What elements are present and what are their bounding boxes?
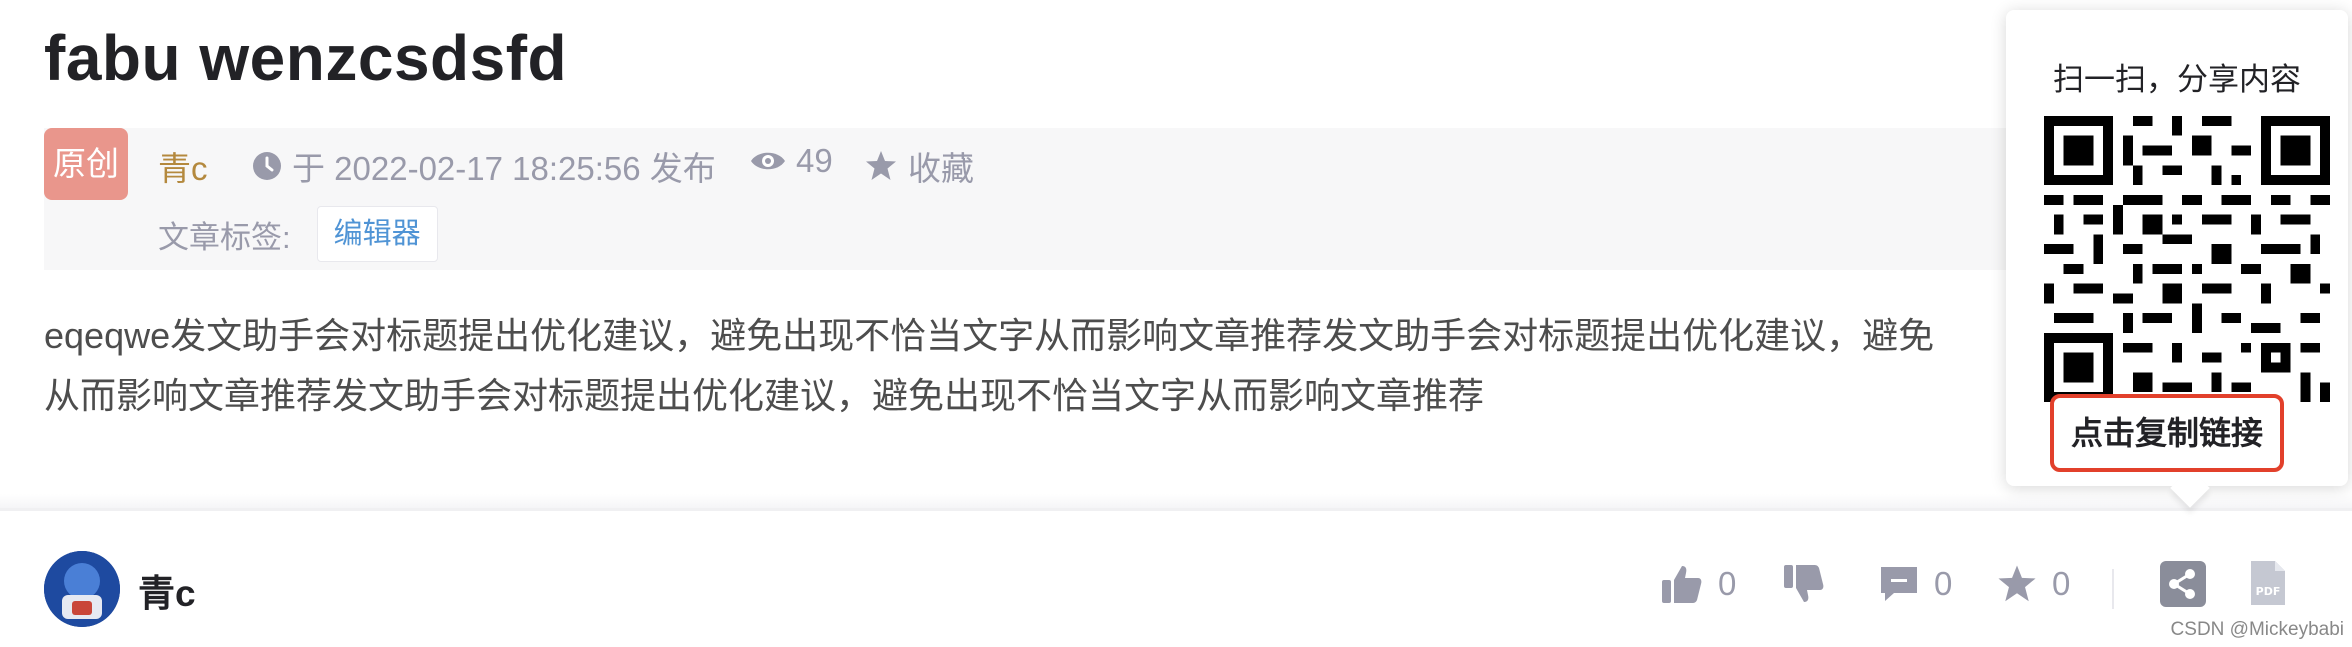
- like-count: 0: [1718, 565, 1737, 602]
- comment-button[interactable]: 0: [1878, 563, 1952, 605]
- comment-count: 0: [1934, 565, 1953, 602]
- share-button[interactable]: [2160, 561, 2206, 607]
- star-icon: [1998, 565, 2036, 602]
- qr-code: [2044, 116, 2330, 402]
- thumbs-down-icon: [1784, 565, 1824, 602]
- separator-shadow: [0, 494, 2352, 508]
- toolbar-divider: [2112, 569, 2114, 609]
- copy-link-button[interactable]: 点击复制链接: [2050, 394, 2284, 472]
- comment-icon: [1881, 567, 1917, 601]
- share-popover: 扫一扫，分享内容 点击复制链接: [2006, 10, 2348, 486]
- avatar[interactable]: [44, 551, 120, 627]
- like-button[interactable]: 0: [1660, 563, 1736, 605]
- tag-editor[interactable]: 编辑器: [316, 206, 438, 262]
- star-icon: [866, 151, 896, 180]
- content-line: 从而影响文章推荐发文助手会对标题提出优化建议，避免出现不恰当文字从而影响文章推荐: [44, 375, 1485, 416]
- article-content: eqeqwe发文助手会对标题提出优化建议，避免出现不恰当文字从而影响文章推荐发文…: [44, 306, 2044, 436]
- collect-button[interactable]: 收藏: [864, 142, 974, 190]
- publish-time: 于 2022-02-17 18:25:56 发布: [252, 142, 716, 190]
- pdf-download-button[interactable]: PDF: [2248, 559, 2288, 607]
- collect-count: 0: [2052, 565, 2071, 602]
- thumbs-up-icon: [1662, 566, 1702, 603]
- dislike-button[interactable]: [1782, 563, 1826, 605]
- pdf-icon: PDF: [2251, 561, 2285, 605]
- svg-text:PDF: PDF: [2256, 585, 2281, 598]
- content-line: eqeqwe发文助手会对标题提出优化建议，避免出现不恰当文字从而影响文章推荐发文…: [44, 315, 1935, 356]
- bottom-toolbar: 青c 0 0 0 PDF CSDN @Mickeybabi: [0, 508, 2352, 647]
- eye-icon: [751, 152, 785, 170]
- share-icon: [2160, 561, 2206, 607]
- author-link[interactable]: 青c: [158, 142, 208, 190]
- article-title: fabu wenzcsdsfd: [44, 22, 568, 94]
- view-count: 49: [750, 142, 833, 180]
- original-badge: 原创: [44, 128, 128, 200]
- article-meta: 原创 青c 于 2022-02-17 18:25:56 发布 49 收藏 文章标…: [44, 128, 2064, 270]
- share-title: 扫一扫，分享内容: [2053, 62, 2301, 97]
- bottom-username[interactable]: 青c: [138, 563, 196, 617]
- tags-row: 文章标签: 编辑器: [158, 206, 438, 262]
- clock-icon: [253, 152, 281, 180]
- collect-action[interactable]: 0: [1996, 563, 2070, 605]
- tags-label: 文章标签:: [158, 219, 291, 255]
- watermark: CSDN @Mickeybabi: [2170, 619, 2344, 640]
